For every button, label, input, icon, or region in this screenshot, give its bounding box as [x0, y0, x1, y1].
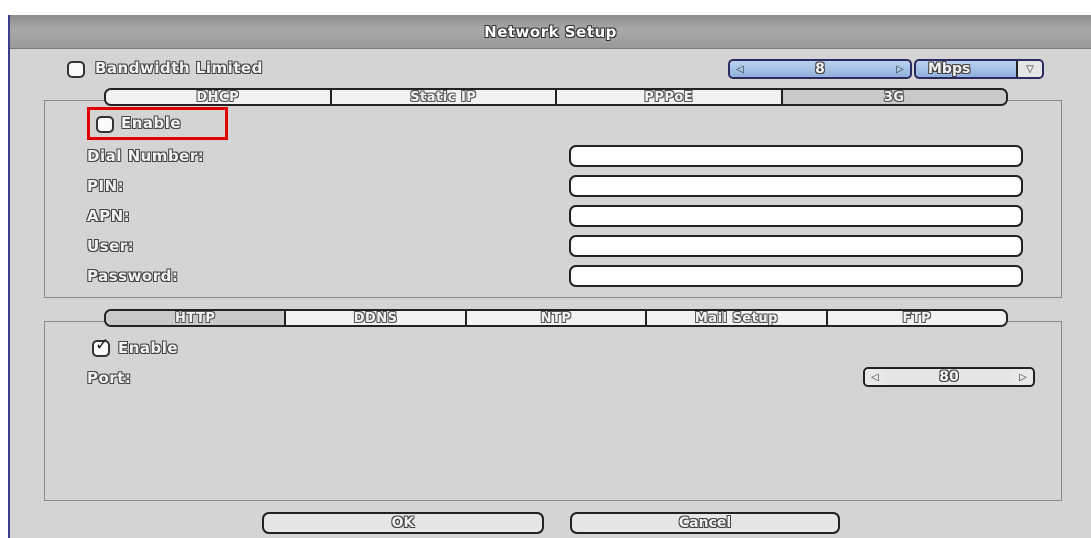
apn-label: APN: [87, 207, 131, 225]
arrow-right-icon[interactable]: ▷ [1013, 369, 1033, 385]
network-setup-window: Network Setup Bandwidth Limited ◁ 8 ▷ Mb… [8, 15, 1091, 538]
user-field[interactable] [569, 235, 1023, 257]
bandwidth-spinner[interactable]: ◁ 8 ▷ [728, 59, 912, 79]
3g-enable-checkbox[interactable] [96, 116, 114, 133]
arrow-left-icon[interactable]: ◁ [730, 61, 750, 77]
dial-number-field[interactable] [569, 145, 1023, 167]
service-tabs: HTTP DDNS NTP Mail Setup FTP [104, 309, 1008, 327]
pin-field[interactable] [569, 175, 1023, 197]
3g-enable-label: Enable [121, 114, 182, 132]
tab-dhcp[interactable]: DHCP [106, 90, 332, 104]
tab-static-ip[interactable]: Static IP [331, 90, 557, 104]
ok-button[interactable]: OK [262, 512, 544, 534]
arrow-left-icon[interactable]: ◁ [865, 369, 885, 385]
port-label: Port: [87, 369, 132, 387]
tab-ftp[interactable]: FTP [827, 311, 1006, 325]
apn-field[interactable] [569, 205, 1023, 227]
tab-ntp[interactable]: NTP [466, 311, 648, 325]
port-spinner[interactable]: ◁ 80 ▷ [863, 367, 1035, 387]
tab-ddns[interactable]: DDNS [286, 311, 467, 325]
arrow-right-icon[interactable]: ▷ [890, 61, 910, 77]
tab-3g[interactable]: 3G [782, 90, 1006, 104]
http-enable-label: Enable [118, 339, 179, 357]
tab-mail-setup[interactable]: Mail Setup [647, 311, 828, 325]
dial-number-label: Dial Number: [87, 147, 205, 165]
http-enable-checkbox[interactable]: ✓ [92, 335, 110, 357]
password-label: Password: [87, 267, 179, 285]
password-field[interactable] [569, 265, 1023, 287]
chevron-down-icon[interactable]: ▽ [1016, 61, 1042, 77]
bandwidth-unit-select[interactable]: Mbps ▽ [914, 59, 1044, 79]
port-value: 80 [939, 369, 959, 385]
connection-tabs: DHCP Static IP PPPoE 3G [104, 88, 1008, 106]
pin-label: PIN: [87, 177, 125, 195]
left-edge [0, 0, 8, 538]
checkmark-icon: ✓ [95, 335, 110, 355]
cancel-button[interactable]: Cancel [570, 512, 840, 534]
bandwidth-value: 8 [815, 61, 825, 77]
bandwidth-unit-value: Mbps [928, 61, 971, 77]
service-panel [44, 321, 1062, 501]
tab-http[interactable]: HTTP [106, 311, 287, 325]
window-title: Network Setup [10, 15, 1091, 49]
bandwidth-limited-checkbox[interactable] [67, 61, 85, 78]
user-label: User: [87, 237, 135, 255]
tab-pppoe[interactable]: PPPoE [557, 90, 783, 104]
bandwidth-limited-label: Bandwidth Limited [95, 59, 263, 77]
